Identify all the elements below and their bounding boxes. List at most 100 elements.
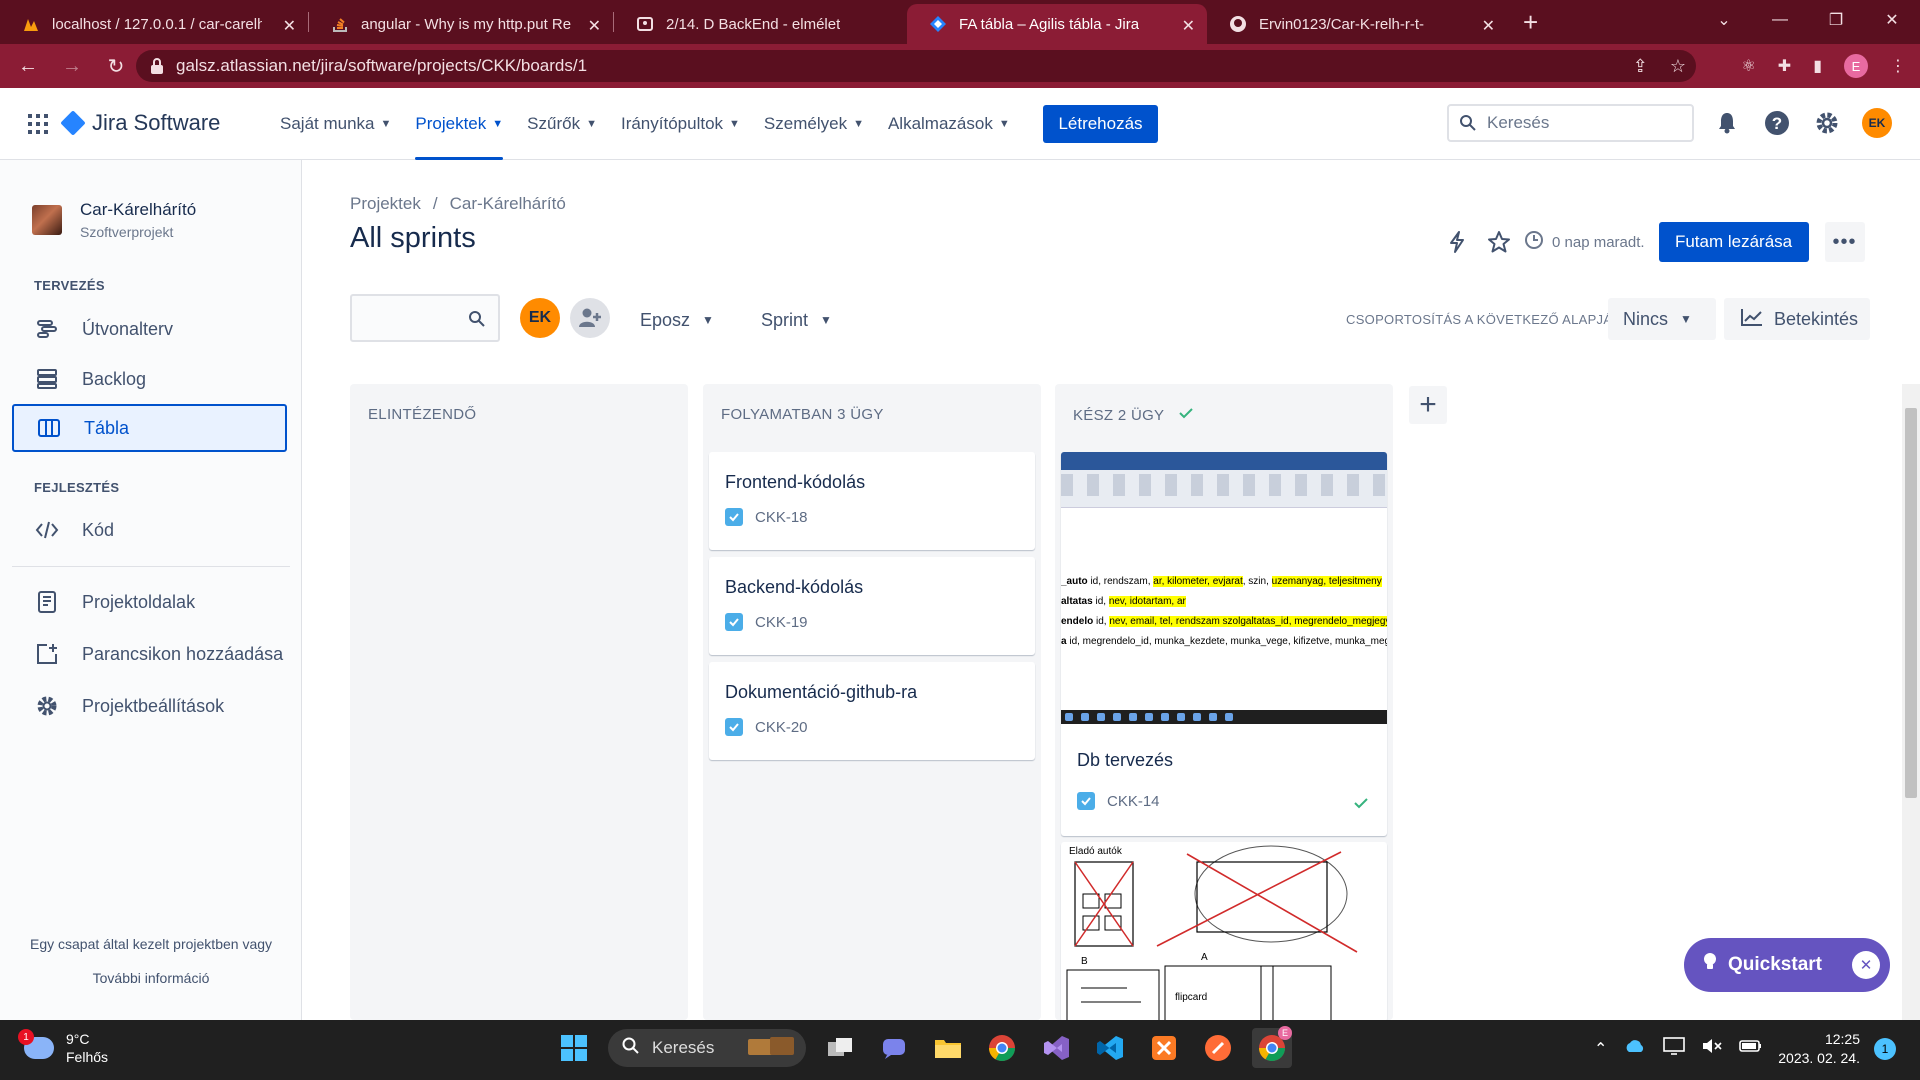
search-input[interactable]: Keresés (1447, 104, 1694, 142)
close-icon[interactable]: ✕ (1182, 16, 1195, 36)
issue-card[interactable]: Eladó autók B A flipcard (1061, 842, 1387, 1022)
automation-icon[interactable] (1440, 225, 1474, 259)
close-icon[interactable]: ✕ (283, 16, 296, 36)
menu-dashboards[interactable]: Irányítópultok ▼ (611, 88, 750, 160)
complete-sprint-button[interactable]: Futam lezárása (1658, 222, 1809, 262)
display-icon[interactable] (1663, 1036, 1686, 1061)
browser-tab[interactable]: angular - Why is my http.put Req ✕ (309, 4, 613, 44)
profile-avatar[interactable]: E (1844, 54, 1868, 78)
app-switcher-icon[interactable] (28, 114, 48, 134)
file-explorer-icon[interactable] (928, 1028, 968, 1068)
menu-your-work[interactable]: Saját munka ▼ (270, 88, 401, 160)
system-clock[interactable]: 12:25 2023. 02. 24. (1770, 1030, 1860, 1068)
volume-muted-icon[interactable] (1701, 1037, 1723, 1060)
chrome-icon[interactable] (982, 1028, 1022, 1068)
group-by-dropdown[interactable]: Nincs ▼ (1608, 298, 1716, 340)
windows-start-icon[interactable] (554, 1028, 594, 1068)
share-icon[interactable]: ⇪ (1633, 56, 1648, 77)
create-button[interactable]: Létrehozás (1043, 105, 1158, 143)
assignee-filter-avatar[interactable]: EK (520, 298, 560, 338)
notifications-icon[interactable] (1712, 108, 1742, 138)
teams-chat-icon[interactable] (874, 1028, 914, 1068)
menu-apps[interactable]: Alkalmazások ▼ (878, 88, 1020, 160)
project-header[interactable]: Car-Kárelhárító Szoftverprojekt (32, 200, 196, 240)
breadcrumb-projects[interactable]: Projektek (350, 194, 421, 214)
sketch-label-a: A (1201, 952, 1208, 963)
extensions-icon[interactable]: ✚ (1778, 56, 1791, 76)
issue-card[interactable]: Dokumentáció-github-ra CKK-20 (709, 662, 1035, 760)
sprint-filter-dropdown[interactable]: Sprint ▼ (761, 300, 832, 340)
board-search-input[interactable] (350, 294, 500, 342)
chevron-up-icon[interactable]: ⌃ (1594, 1039, 1607, 1059)
sidebar-item-board[interactable]: Tábla (12, 404, 287, 452)
jira-logo[interactable]: Jira Software (60, 110, 220, 136)
forward-icon[interactable]: → (50, 55, 94, 78)
lock-icon[interactable] (150, 57, 164, 80)
help-icon[interactable]: ? (1762, 108, 1792, 138)
scrollbar-thumb[interactable] (1905, 408, 1917, 798)
issue-key: CKK-19 (725, 613, 808, 631)
menu-projects[interactable]: Projektek ▼ (405, 88, 513, 160)
board-scrollbar[interactable] (1902, 384, 1920, 1020)
lightbulb-icon (1702, 952, 1718, 978)
onedrive-icon[interactable] (1623, 1038, 1647, 1059)
issue-card[interactable]: Backend-kódolás CKK-19 (709, 557, 1035, 655)
breadcrumb-project[interactable]: Car-Kárelhárító (450, 194, 566, 214)
more-actions-button[interactable]: ••• (1824, 222, 1865, 262)
browser-tab[interactable]: 2/14. D BackEnd - elmélet (614, 4, 907, 44)
issue-card[interactable]: Frontend-kódolás CKK-18 (709, 452, 1035, 550)
close-icon[interactable]: ✕ (1852, 951, 1880, 979)
notification-badge[interactable]: 1 (1874, 1038, 1896, 1060)
chrome-profile-icon[interactable]: E (1252, 1026, 1292, 1068)
browser-tab-active[interactable]: FA tábla – Agilis tábla - Jira ✕ (907, 4, 1207, 44)
close-window-icon[interactable]: ✕ (1864, 10, 1920, 30)
user-avatar[interactable]: EK (1862, 108, 1892, 138)
postman-icon[interactable] (1198, 1028, 1238, 1068)
back-icon[interactable]: ← (6, 55, 50, 78)
close-icon[interactable]: ✕ (1482, 16, 1495, 36)
task-view-icon[interactable] (820, 1028, 860, 1068)
visual-studio-icon[interactable] (1036, 1028, 1076, 1068)
side-panel-icon[interactable]: ▮ (1813, 56, 1822, 76)
address-bar[interactable]: galsz.atlassian.net/jira/software/projec… (136, 50, 1696, 82)
restore-icon[interactable]: ❐ (1808, 10, 1864, 30)
vscode-icon[interactable] (1090, 1028, 1130, 1068)
add-people-icon[interactable] (570, 298, 610, 338)
sidebar-item-code[interactable]: Kód (12, 506, 287, 554)
sidebar-item-project-pages[interactable]: Projektoldalak (12, 578, 287, 626)
reload-icon[interactable]: ↻ (94, 54, 138, 79)
battery-icon[interactable] (1739, 1038, 1763, 1059)
learn-more-link[interactable]: További információ (0, 970, 302, 986)
bookmark-star-icon[interactable]: ☆ (1670, 56, 1686, 77)
settings-icon[interactable] (1812, 108, 1842, 138)
sidebar-item-roadmap[interactable]: Útvonalterv (12, 305, 287, 353)
code-icon (34, 517, 60, 543)
browser-tab[interactable]: Ervin0123/Car-K-relh-r-t- ✕ (1207, 4, 1507, 44)
add-column-button[interactable]: + (1409, 386, 1447, 424)
sidebar-item-project-settings[interactable]: Projektbeállítások (12, 682, 287, 730)
taskbar-search[interactable]: Keresés (608, 1029, 806, 1067)
browser-tab[interactable]: localhost / 127.0.0.1 / car-carelhá ✕ (0, 4, 308, 44)
browser-menu-icon[interactable]: ⋮ (1890, 56, 1906, 76)
days-left-text: 0 nap maradt. (1552, 233, 1645, 251)
new-tab-button[interactable]: + (1523, 7, 1538, 38)
react-devtools-icon[interactable]: ⚛ (1741, 56, 1755, 76)
xampp-icon[interactable] (1144, 1028, 1184, 1068)
add-shortcut-icon (34, 641, 60, 667)
close-icon[interactable]: ✕ (588, 16, 601, 36)
sprint-time-remaining: 0 nap maradt. (1524, 230, 1645, 254)
taskbar-apps: Keresés E (554, 1026, 1292, 1068)
insights-button[interactable]: Betekintés (1724, 298, 1870, 340)
epic-filter-dropdown[interactable]: Eposz ▼ (640, 300, 714, 340)
menu-people[interactable]: Személyek ▼ (754, 88, 874, 160)
quickstart-button[interactable]: Quickstart ✕ (1684, 938, 1890, 992)
sidebar-item-add-shortcut[interactable]: Parancsikon hozzáadása (12, 630, 287, 678)
sidebar-item-backlog[interactable]: Backlog (12, 355, 287, 403)
board-column-todo: ELINTÉZENDŐ (350, 384, 688, 1020)
weather-widget[interactable]: 1 9°C Felhős (18, 1029, 108, 1066)
issue-card[interactable]: _auto id, rendszam, ar, kilometer, evjar… (1061, 452, 1387, 836)
minimize-icon[interactable]: — (1752, 11, 1808, 29)
tab-search-icon[interactable]: ⌄ (1696, 10, 1752, 30)
menu-filters[interactable]: Szűrők ▼ (517, 88, 607, 160)
star-icon[interactable] (1482, 225, 1516, 259)
